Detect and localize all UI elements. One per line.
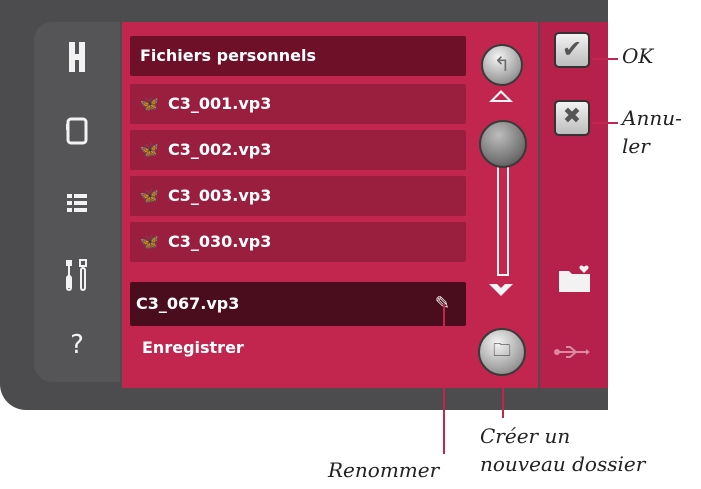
home-icon[interactable] (34, 42, 120, 76)
cancel-button[interactable]: ✖ (554, 100, 590, 136)
rename-callout-line (443, 304, 445, 454)
new-folder-callout-line (502, 380, 504, 418)
butterfly-icon: 🦋 (140, 187, 159, 205)
favorite-folder-icon[interactable] (558, 265, 592, 299)
usb-icon[interactable] (554, 344, 590, 363)
cancel-callout-line (592, 122, 618, 124)
list-icon[interactable] (34, 194, 120, 216)
file-row[interactable]: 🦋 C3_030.vp3 (130, 222, 466, 262)
new-folder-callout-line2: nouveau dossier (480, 452, 646, 476)
file-row[interactable]: 🦋 C3_003.vp3 (130, 176, 466, 216)
scrollbar-thumb[interactable] (479, 120, 527, 168)
ok-button[interactable]: ✔ (554, 32, 590, 68)
new-folder-callout-line1: Créer un (480, 424, 571, 448)
ok-callout: OK (622, 44, 654, 68)
help-icon[interactable]: ? (34, 330, 120, 360)
tablet-icon[interactable] (34, 117, 120, 149)
cancel-callout-line2: ler (622, 134, 650, 158)
file-browser-panel: Fichiers personnels 🦋 C3_001.vp3 🦋 C3_002.… (122, 22, 538, 388)
butterfly-icon: 🦋 (140, 95, 159, 113)
new-folder-icon: 🗀 (493, 340, 511, 361)
tools-icon[interactable] (34, 258, 120, 296)
butterfly-icon: 🦋 (140, 141, 159, 159)
scroll-up-arrow-icon[interactable] (489, 90, 513, 102)
file-row[interactable]: 🦋 C3_002.vp3 (130, 130, 466, 170)
file-name: C3_002.vp3 (168, 140, 272, 159)
filename-field[interactable]: C3_067.vp3 ✎ (130, 282, 466, 326)
scroll-down-arrow-icon[interactable] (489, 281, 513, 296)
folder-title: Fichiers personnels (130, 36, 466, 76)
action-column: ✔ ✖ (540, 22, 608, 388)
rename-callout: Renommer (328, 458, 440, 482)
ok-callout-line (592, 58, 618, 60)
up-arrow-icon: ↰ (493, 52, 511, 76)
file-row[interactable]: 🦋 C3_001.vp3 (130, 84, 466, 124)
file-name: C3_030.vp3 (168, 232, 272, 251)
filename-value: C3_067.vp3 (136, 294, 240, 313)
cancel-callout-line1: Annu- (622, 106, 682, 130)
parent-folder-button[interactable]: ↰ (481, 44, 523, 86)
save-label[interactable]: Enregistrer (142, 338, 244, 357)
new-folder-button[interactable]: 🗀 (478, 328, 526, 376)
left-toolbar: ? (34, 22, 120, 382)
butterfly-icon: 🦋 (140, 233, 159, 251)
file-name: C3_003.vp3 (168, 186, 272, 205)
file-name: C3_001.vp3 (168, 94, 272, 113)
